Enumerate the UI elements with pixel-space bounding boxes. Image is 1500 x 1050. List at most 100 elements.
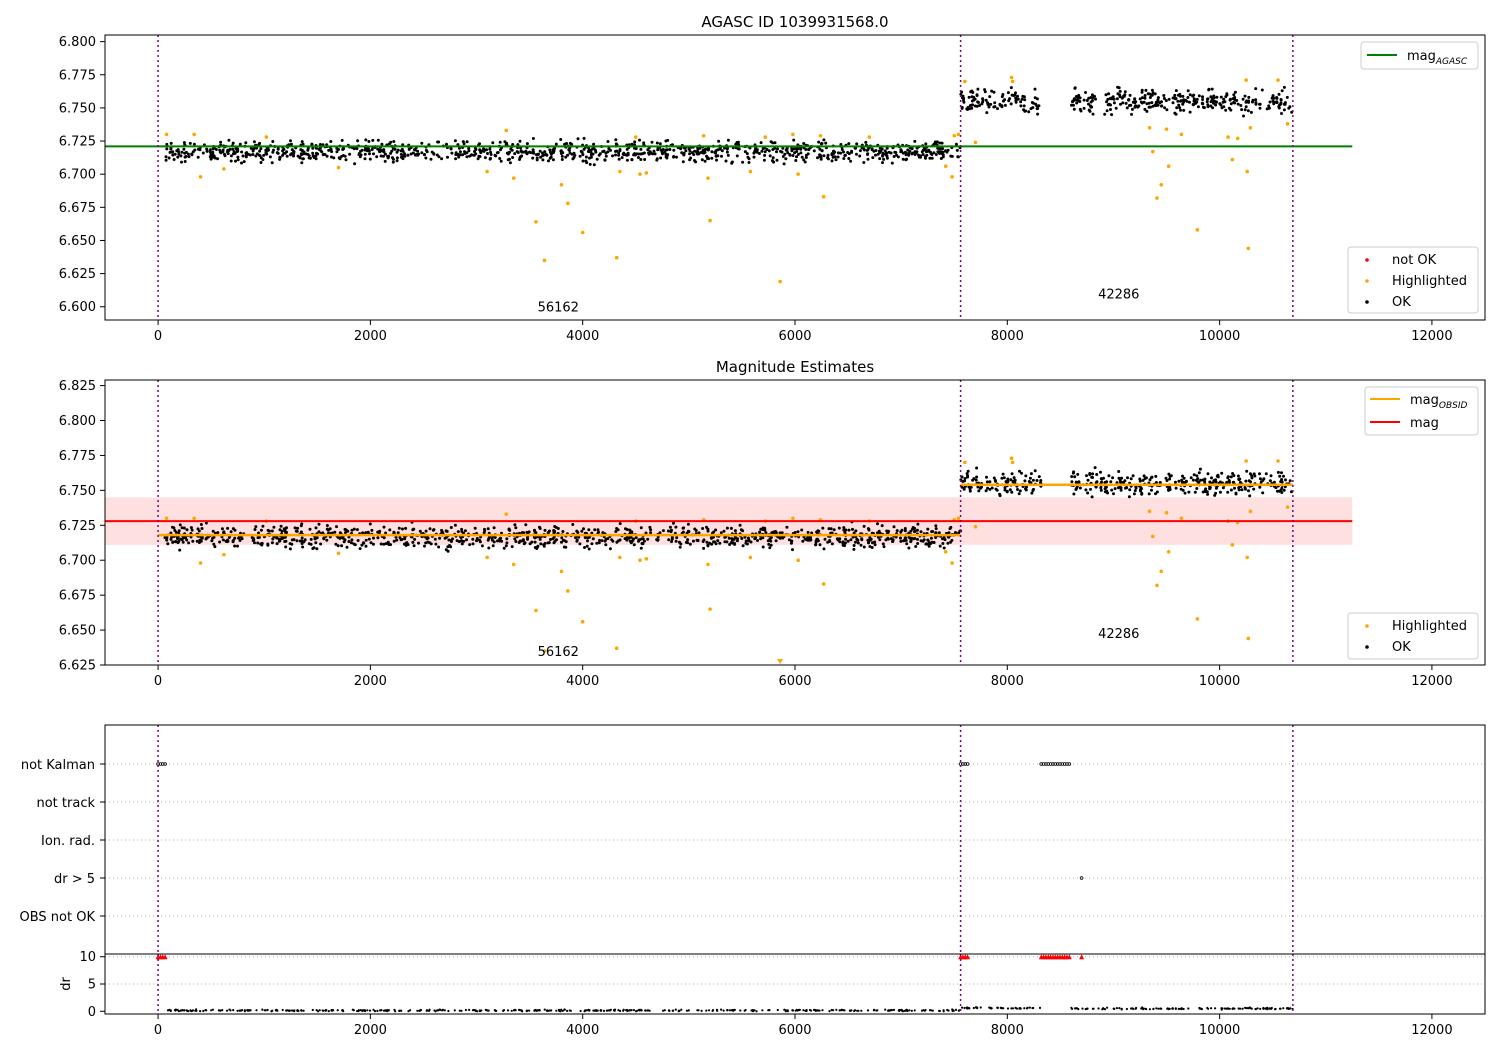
estimates-ok-point	[868, 536, 872, 540]
estimates-ok-point	[1018, 489, 1022, 493]
agasc-ok-point	[717, 139, 721, 143]
dr-point	[1254, 1008, 1257, 1011]
estimates-ok-point	[379, 542, 383, 546]
estimates-highlighted-point	[956, 516, 961, 521]
estimates-ok-point	[284, 531, 288, 534]
estimates-highlighted-point	[1147, 509, 1152, 514]
agasc-ok-point	[1245, 99, 1249, 103]
agasc-ok-point	[760, 149, 764, 153]
agasc-legend-highlighted: Highlighted	[1392, 274, 1467, 289]
estimates-ok-point	[988, 487, 992, 491]
estimates-ok-point	[1020, 471, 1023, 475]
agasc-ok-point	[377, 150, 381, 153]
estimates-ok-point	[1261, 478, 1265, 482]
dr-point	[996, 1006, 999, 1009]
agasc-ok-point	[1258, 106, 1262, 110]
estimates-ok-point	[396, 531, 400, 535]
estimates-ok-point	[556, 527, 560, 530]
estimates-legend-ok-marker	[1365, 645, 1369, 649]
estimates-ok-point	[899, 536, 902, 540]
agasc-ok-point	[363, 152, 367, 156]
dr-point	[761, 1009, 764, 1012]
estimates-ok-point	[279, 524, 283, 528]
agasc-ok-point	[478, 142, 481, 146]
agasc-ok-point	[1123, 93, 1127, 97]
agasc-ok-point	[254, 154, 258, 158]
estimates-ok-point	[364, 544, 368, 548]
agasc-ok-point	[665, 148, 669, 152]
agasc-ok-point	[643, 158, 647, 161]
dr-point	[300, 1009, 303, 1012]
estimates-ok-point	[1181, 488, 1185, 492]
estimates-ok-point	[1252, 472, 1256, 476]
estimates-panel: Magnitude Estimates 5616242286 0 2000 4000…	[59, 358, 1486, 689]
agasc-ok-point	[633, 140, 637, 144]
agasc-ok-point	[603, 158, 607, 162]
agasc-ok-point	[371, 138, 375, 142]
estimates-highlighted-point	[748, 555, 753, 560]
agasc-ok-point	[866, 153, 869, 156]
agasc-ok-point	[602, 149, 606, 153]
agasc-highlighted-point	[566, 201, 570, 206]
agasc-ok-point	[1071, 100, 1074, 104]
estimates-ok-point	[309, 542, 313, 546]
agasc-ok-point	[368, 157, 372, 161]
estimates-ok-point	[284, 545, 288, 549]
agasc-ok-point	[1280, 89, 1284, 93]
dr-point	[583, 1009, 587, 1012]
agasc-ok-point	[1116, 92, 1120, 96]
estimates-legend-highlighted: Highlighted	[1392, 619, 1467, 634]
dr-point	[1274, 1007, 1277, 1011]
estimates-ok-point	[710, 542, 714, 546]
estimates-ok-point	[412, 544, 416, 548]
agasc-ok-point	[248, 153, 252, 157]
agasc-ok-point	[718, 147, 722, 151]
estimates-ok-point	[1276, 470, 1280, 474]
agasc-ok-point	[244, 141, 248, 145]
estimates-ok-point	[791, 548, 794, 552]
agasc-ok-point	[924, 142, 928, 146]
estimates-ok-point	[412, 527, 416, 531]
agasc-ok-point	[341, 148, 345, 151]
dr-point	[786, 1010, 789, 1013]
agasc-ok-point	[983, 90, 987, 94]
agasc-ok-point	[1280, 112, 1283, 115]
estimates-ok-point	[1237, 478, 1241, 482]
agasc-ok-point	[548, 156, 552, 160]
estimates-highlighted-point	[644, 557, 649, 561]
agasc-ok-point	[198, 148, 202, 152]
agasc-ok-point	[1179, 99, 1183, 103]
estimates-ok-point	[591, 537, 595, 541]
dr-point	[954, 1008, 958, 1012]
dr-point	[246, 1009, 249, 1012]
agasc-ok-point	[568, 141, 572, 145]
estimates-ok-point	[806, 530, 810, 534]
agasc-ok-point	[836, 155, 840, 159]
estimates-ok-point	[1203, 477, 1207, 481]
agasc-ok-point	[981, 97, 985, 101]
estimates-ok-point	[929, 536, 933, 540]
agasc-ok-point	[300, 140, 304, 144]
estimates-ok-point	[1076, 472, 1080, 476]
agasc-ok-point	[934, 153, 938, 156]
estimates-ok-point	[880, 524, 884, 528]
agasc-ok-point	[652, 149, 656, 153]
estimates-ok-point	[672, 521, 675, 525]
estimates-ok-point	[1220, 471, 1224, 475]
estimates-ok-point	[681, 530, 685, 534]
estimates-ok-point	[634, 536, 638, 540]
estimates-ok-point	[709, 536, 713, 540]
agasc-ok-point	[726, 153, 730, 157]
estimates-ok-point	[514, 526, 518, 530]
dr-point	[514, 1009, 517, 1012]
estimates-ok-point	[174, 530, 178, 534]
agasc-ok-point	[747, 161, 751, 164]
estimates-ok-point	[931, 530, 935, 533]
agasc-highlighted-point	[1147, 125, 1152, 130]
agasc-ok-point	[251, 153, 255, 156]
agasc-ok-point	[1021, 94, 1025, 98]
estimates-ok-point	[486, 527, 490, 531]
dr-point	[814, 1009, 817, 1012]
agasc-ok-point	[172, 158, 176, 161]
agasc-ok-point	[779, 149, 782, 153]
